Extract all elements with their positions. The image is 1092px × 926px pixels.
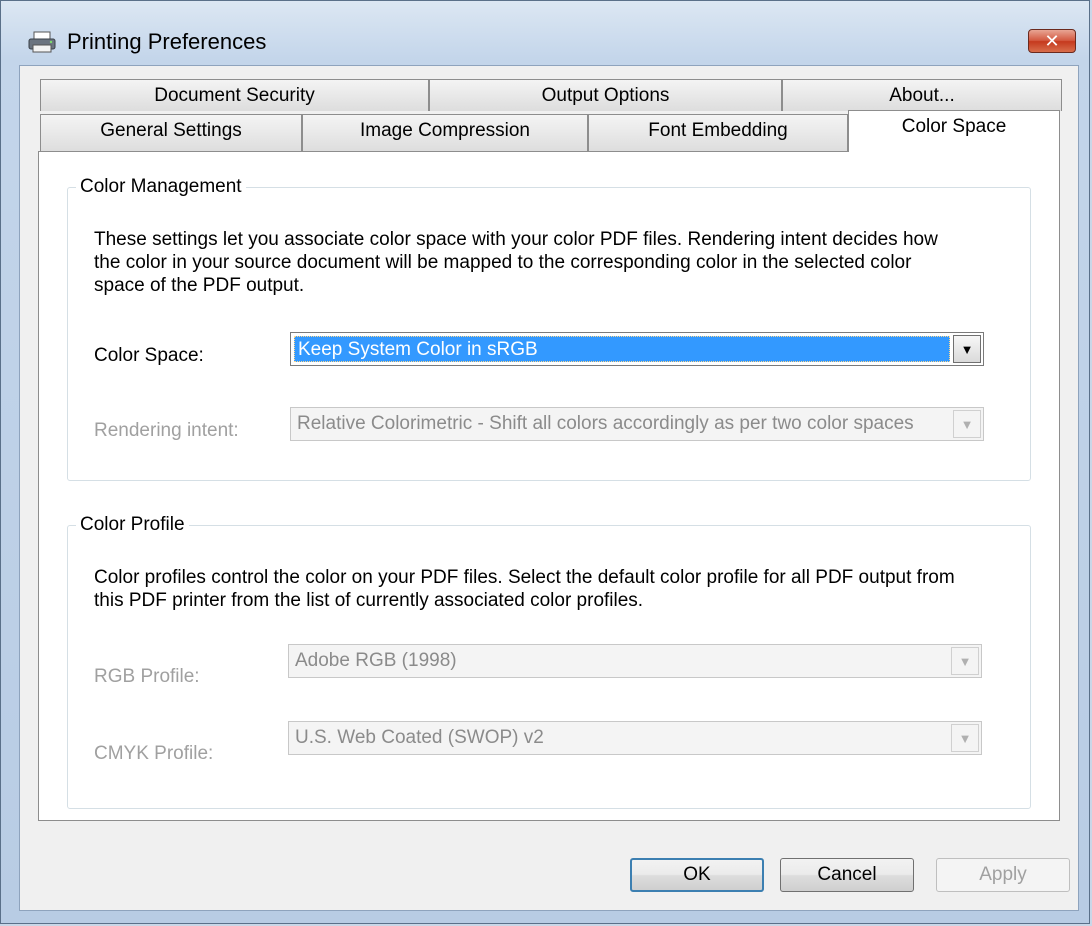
close-button[interactable]: ✕ — [1028, 29, 1076, 53]
tab-document-security[interactable]: Document Security — [40, 79, 429, 111]
chevron-down-icon[interactable]: ▼ — [951, 724, 979, 752]
window-title: Printing Preferences — [67, 29, 267, 54]
rgb-profile-value: Adobe RGB (1998) — [295, 650, 457, 671]
printer-icon — [28, 31, 56, 53]
color-profile-description-line-2: this PDF printer from the list of curren… — [94, 590, 644, 611]
color-profile-group: Color Profile Color profiles control the… — [67, 514, 1031, 809]
tab-output-options[interactable]: Output Options — [429, 79, 782, 111]
cmyk-profile-value: U.S. Web Coated (SWOP) v2 — [295, 727, 544, 748]
dialog-client-area: Document Security Output Options About..… — [19, 65, 1079, 911]
color-space-selected-value: Keep System Color in sRGB — [294, 336, 950, 362]
tab-general-settings[interactable]: General Settings — [40, 114, 302, 152]
color-management-description-line-2: the color in your source document will b… — [94, 252, 912, 273]
color-management-group: Color Management These settings let you … — [67, 176, 1031, 481]
cmyk-profile-select[interactable]: U.S. Web Coated (SWOP) v2 ▼ — [288, 721, 982, 755]
apply-button[interactable]: Apply — [936, 858, 1070, 892]
color-management-description-line-1: These settings let you associate color s… — [94, 229, 938, 250]
chevron-down-icon[interactable]: ▼ — [953, 410, 981, 438]
color-profile-legend: Color Profile — [76, 514, 189, 536]
color-management-description-line-3: space of the PDF output. — [94, 275, 305, 296]
chevron-down-icon[interactable]: ▼ — [951, 647, 979, 675]
tab-font-embedding[interactable]: Font Embedding — [588, 114, 848, 152]
rgb-profile-label: RGB Profile: — [94, 666, 200, 687]
color-space-label: Color Space: — [94, 345, 204, 366]
printing-preferences-window: Printing Preferences ✕ Document Security… — [0, 0, 1090, 924]
rendering-intent-value: Relative Colorimetric - Shift all colors… — [297, 413, 914, 434]
tab-color-space[interactable]: Color Space — [848, 110, 1060, 152]
color-space-select[interactable]: Keep System Color in sRGB ▼ — [290, 332, 984, 366]
tab-about[interactable]: About... — [782, 79, 1062, 111]
cmyk-profile-label: CMYK Profile: — [94, 743, 214, 764]
color-management-legend: Color Management — [76, 176, 246, 198]
color-space-panel: Color Management These settings let you … — [38, 151, 1060, 821]
cancel-button[interactable]: Cancel — [780, 858, 914, 892]
rendering-intent-select[interactable]: Relative Colorimetric - Shift all colors… — [290, 407, 984, 441]
ok-button[interactable]: OK — [630, 858, 764, 892]
chevron-down-icon[interactable]: ▼ — [953, 335, 981, 363]
tab-image-compression[interactable]: Image Compression — [302, 114, 588, 152]
color-profile-description-line-1: Color profiles control the color on your… — [94, 567, 955, 588]
rgb-profile-select[interactable]: Adobe RGB (1998) ▼ — [288, 644, 982, 678]
rendering-intent-label: Rendering intent: — [94, 420, 239, 441]
